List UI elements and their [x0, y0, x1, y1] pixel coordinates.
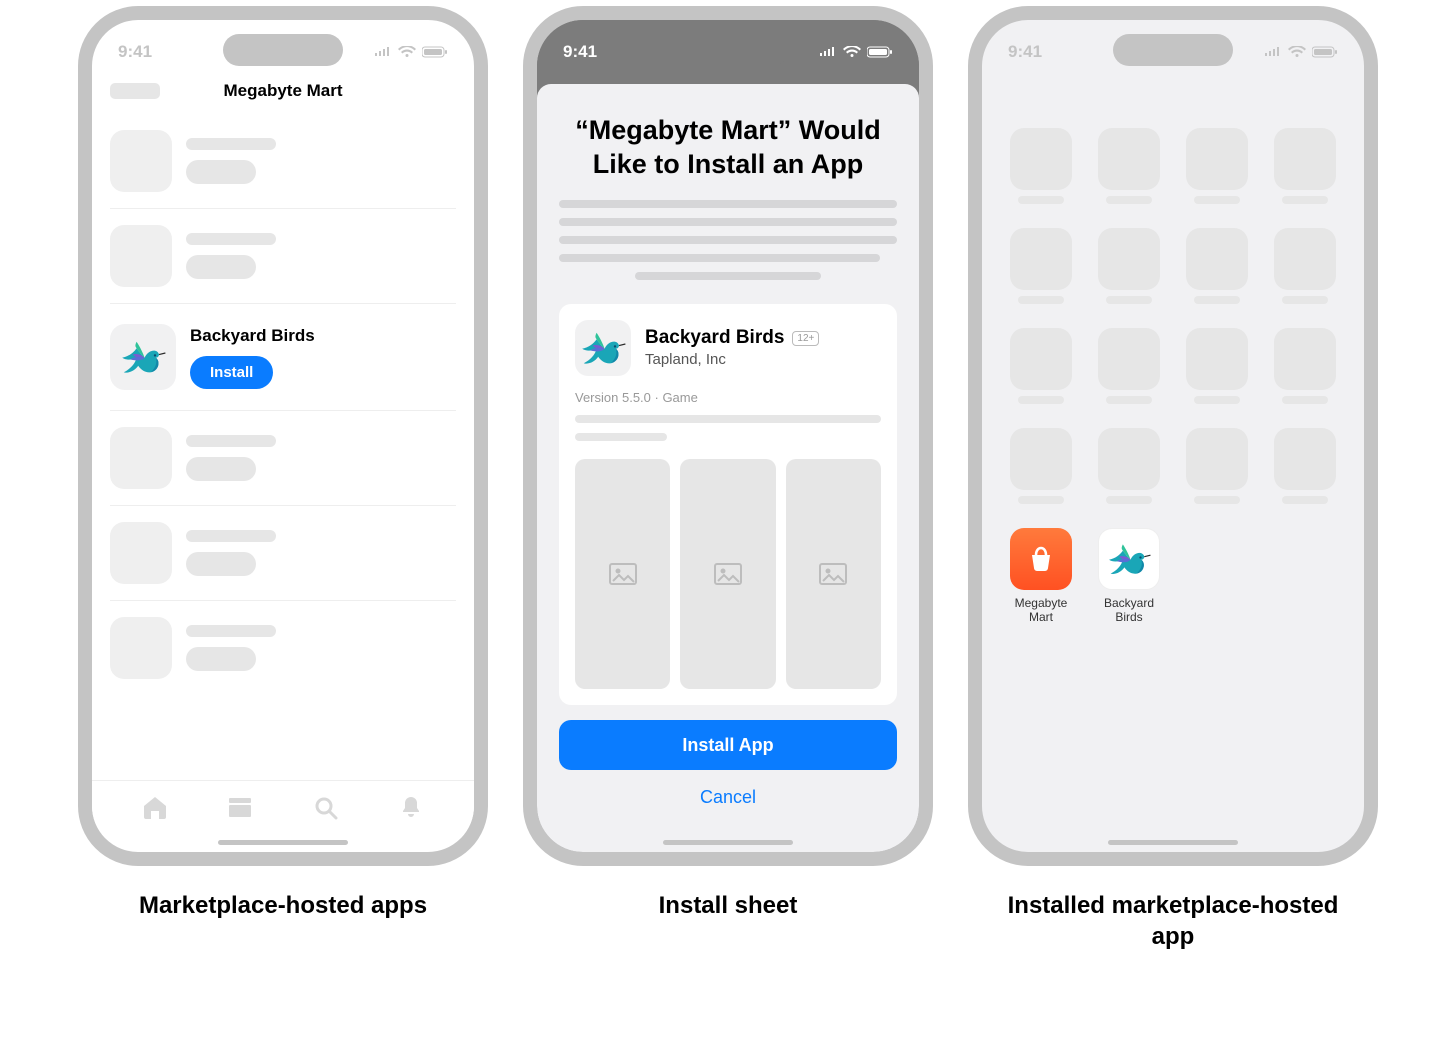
nav-title: Megabyte Mart — [223, 81, 342, 101]
app-backyard-birds[interactable]: Backyard Birds — [1088, 528, 1170, 625]
list-item-placeholder — [110, 209, 456, 304]
status-indicators — [1264, 46, 1338, 58]
wifi-icon — [843, 46, 861, 58]
app-placeholder[interactable] — [1264, 328, 1346, 404]
tab-bar — [92, 780, 474, 838]
caption-marketplace: Marketplace-hosted apps — [139, 890, 427, 921]
app-card: Backyard Birds 12+ Tapland, Inc Version … — [559, 304, 897, 705]
screenshots-row[interactable] — [575, 459, 881, 689]
app-placeholder[interactable] — [1176, 228, 1258, 304]
developer-label: Tapland, Inc — [645, 351, 819, 368]
home-tab-icon[interactable] — [141, 794, 169, 825]
app-label: Backyard Birds — [1093, 596, 1165, 625]
app-placeholder[interactable] — [1088, 228, 1170, 304]
list-item-placeholder — [110, 601, 456, 695]
battery-icon — [422, 46, 448, 58]
app-placeholder[interactable] — [1088, 128, 1170, 204]
cellular-icon — [819, 46, 837, 58]
caption-install-sheet: Install sheet — [659, 890, 798, 921]
phone-install-sheet: 9:41 “Megabyte Mart” Would Like to Insta… — [523, 6, 933, 866]
app-label: Megabyte Mart — [1005, 596, 1077, 625]
screenshot-placeholder[interactable] — [575, 459, 670, 689]
bird-icon — [579, 324, 627, 372]
app-placeholder[interactable] — [1000, 228, 1082, 304]
app-name-label: Backyard Birds — [645, 327, 784, 349]
notch — [223, 34, 343, 66]
status-indicators — [374, 46, 448, 58]
description-placeholder — [559, 200, 897, 290]
bird-icon — [119, 333, 167, 381]
app-list[interactable]: Backyard Birds Install — [92, 114, 474, 794]
status-indicators — [819, 46, 893, 58]
home-indicator — [218, 840, 348, 845]
app-name-label: Backyard Birds — [190, 326, 315, 346]
app-placeholder[interactable] — [1176, 428, 1258, 504]
app-placeholder[interactable] — [1000, 128, 1082, 204]
wifi-icon — [398, 46, 416, 58]
search-tab-icon[interactable] — [312, 794, 340, 825]
list-item-placeholder — [110, 411, 456, 506]
notch — [1113, 34, 1233, 66]
status-time: 9:41 — [1008, 42, 1042, 62]
app-icon-backyard-birds — [110, 324, 176, 390]
phone-marketplace: 9:41 Megabyte Mart Backya — [78, 6, 488, 866]
megabyte-mart-icon — [1010, 528, 1072, 590]
basket-icon — [1022, 540, 1060, 578]
app-megabyte-mart[interactable]: Megabyte Mart — [1000, 528, 1082, 625]
backyard-birds-icon — [1098, 528, 1160, 590]
list-item-placeholder — [110, 506, 456, 601]
phone-home-screen: 9:41 — [968, 6, 1378, 866]
screenshot-placeholder[interactable] — [680, 459, 775, 689]
home-indicator — [663, 840, 793, 845]
battery-icon — [1312, 46, 1338, 58]
install-app-button[interactable]: Install App — [559, 720, 897, 770]
cellular-icon — [1264, 46, 1282, 58]
list-item-placeholder — [110, 114, 456, 209]
app-placeholder[interactable] — [1264, 128, 1346, 204]
nav-header: Megabyte Mart — [92, 68, 474, 114]
status-time: 9:41 — [563, 42, 597, 62]
list-item-backyard-birds[interactable]: Backyard Birds Install — [110, 304, 456, 411]
screenshot-placeholder[interactable] — [786, 459, 881, 689]
install-sheet: “Megabyte Mart” Would Like to Install an… — [537, 84, 919, 852]
cancel-button[interactable]: Cancel — [559, 780, 897, 814]
battery-icon — [867, 46, 893, 58]
browse-tab-icon[interactable] — [226, 794, 254, 825]
notch — [668, 34, 788, 66]
caption-installed: Installed marketplace-hosted app — [993, 890, 1353, 952]
bird-icon — [1106, 536, 1152, 582]
app-placeholder[interactable] — [1176, 328, 1258, 404]
home-indicator — [1108, 840, 1238, 845]
app-icon-backyard-birds — [575, 320, 631, 376]
app-placeholder[interactable] — [1264, 228, 1346, 304]
cellular-icon — [374, 46, 392, 58]
notifications-tab-icon[interactable] — [397, 794, 425, 825]
version-category-label: Version 5.5.0 · Game — [575, 390, 881, 405]
wifi-icon — [1288, 46, 1306, 58]
age-rating-badge: 12+ — [792, 331, 819, 346]
app-placeholder[interactable] — [1088, 328, 1170, 404]
app-placeholder[interactable] — [1176, 128, 1258, 204]
home-screen-grid[interactable]: Megabyte Mart Backyard Birds — [982, 68, 1364, 625]
app-placeholder[interactable] — [1088, 428, 1170, 504]
app-placeholder[interactable] — [1000, 428, 1082, 504]
install-button[interactable]: Install — [190, 356, 273, 389]
app-placeholder[interactable] — [1000, 328, 1082, 404]
sheet-title: “Megabyte Mart” Would Like to Install an… — [559, 114, 897, 182]
status-time: 9:41 — [118, 42, 152, 62]
back-button-placeholder[interactable] — [110, 83, 160, 99]
app-placeholder[interactable] — [1264, 428, 1346, 504]
